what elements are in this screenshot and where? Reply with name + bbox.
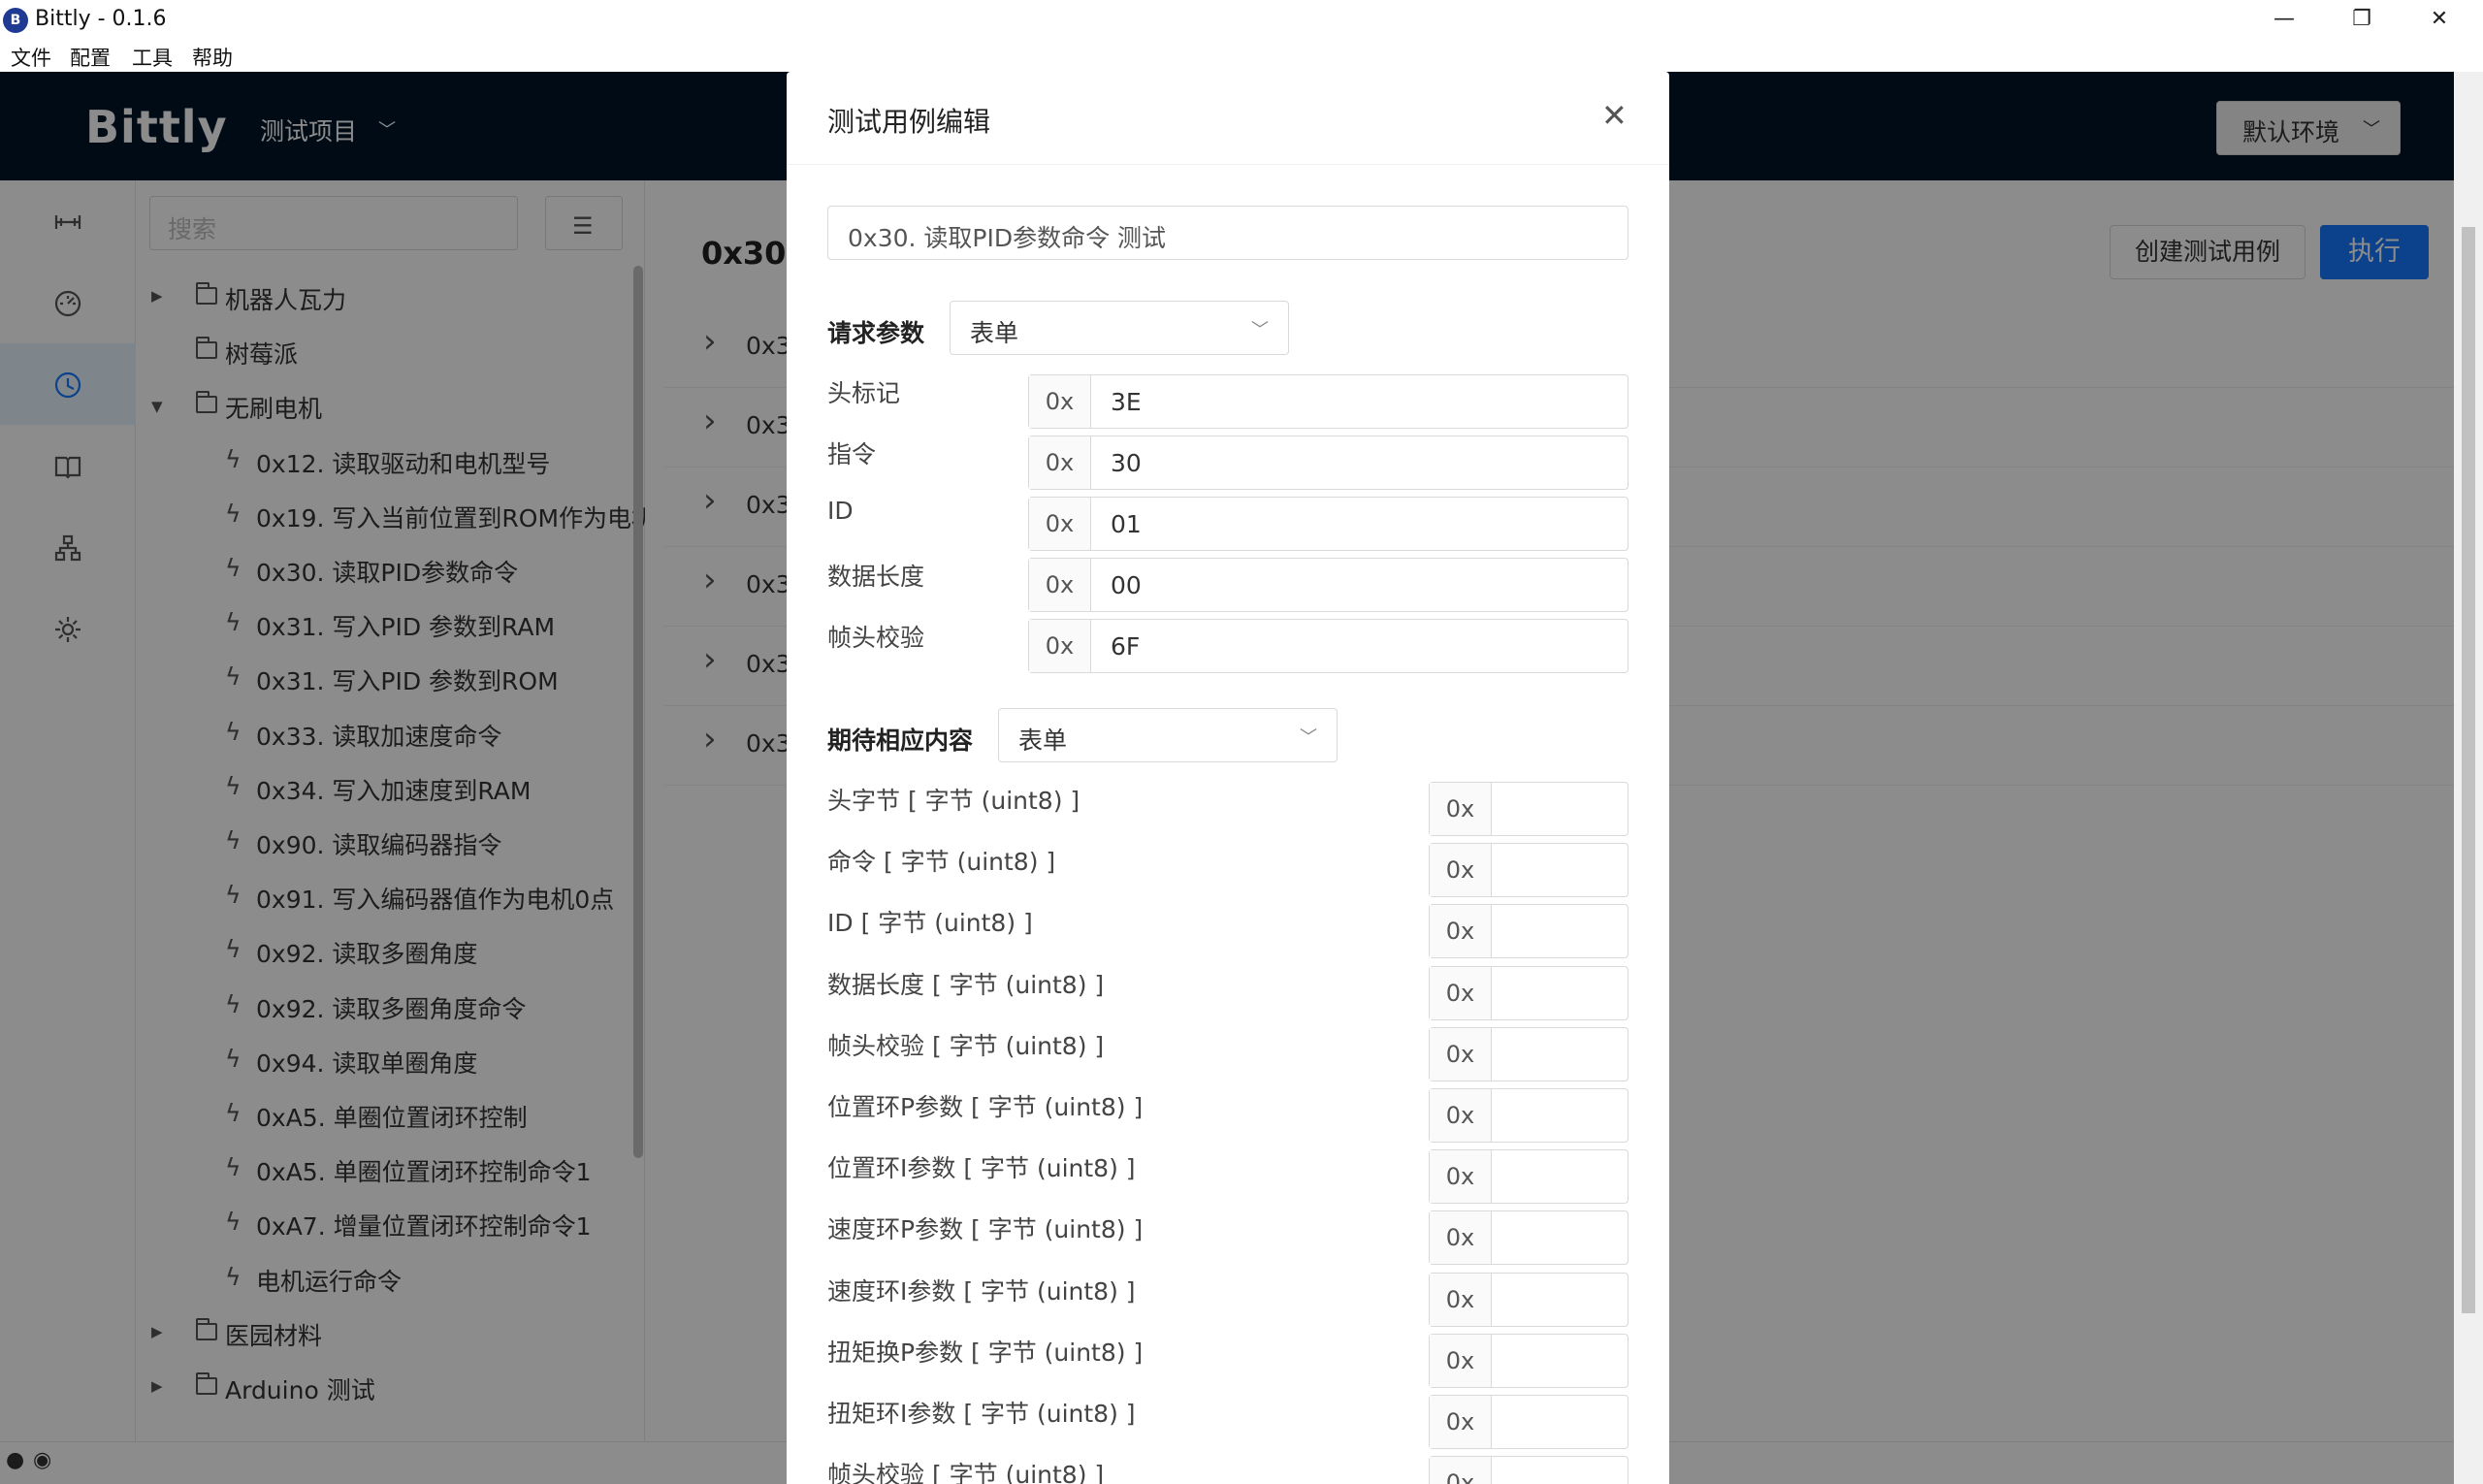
hex-prefix: 0x	[1430, 1211, 1492, 1264]
expected-field-label: ID [ 字节 (uint8) ]	[827, 909, 1033, 937]
expected-field-input[interactable]: 0x	[1429, 1088, 1628, 1143]
request-mode-select[interactable]: 表单 ﹀	[950, 301, 1289, 355]
request-field-input[interactable]: 0x 6F	[1028, 619, 1628, 673]
menu-bar: 文件 配置 工具 帮助	[0, 41, 2483, 72]
menu-help[interactable]: 帮助	[192, 43, 233, 72]
request-field-label: 帧头校验	[827, 624, 925, 652]
restore-button[interactable]: ❐	[2323, 0, 2401, 39]
request-field-input[interactable]: 0x 30	[1028, 436, 1628, 490]
expected-field-input[interactable]: 0x	[1429, 1395, 1628, 1449]
hex-prefix: 0x	[1430, 844, 1492, 896]
expected-field-input[interactable]: 0x	[1429, 782, 1628, 836]
menu-tools[interactable]: 工具	[132, 43, 173, 72]
expected-field-input[interactable]: 0x	[1429, 1456, 1628, 1484]
expected-field-input[interactable]: 0x	[1429, 1334, 1628, 1388]
expected-field-input[interactable]: 0x	[1429, 843, 1628, 897]
title-bar: B Bittly - 0.1.6 — ❐ ✕	[0, 0, 2483, 41]
menu-config[interactable]: 配置	[70, 43, 111, 72]
hex-prefix: 0x	[1430, 1150, 1492, 1203]
close-icon[interactable]: ✕	[1601, 97, 1628, 134]
expected-field-label: 速度环P参数 [ 字节 (uint8) ]	[827, 1215, 1144, 1243]
hex-prefix: 0x	[1029, 620, 1091, 672]
hex-prefix: 0x	[1430, 783, 1492, 835]
expected-field-input[interactable]: 0x	[1429, 1149, 1628, 1204]
hex-prefix: 0x	[1430, 1396, 1492, 1448]
hex-prefix: 0x	[1430, 905, 1492, 957]
expected-field-label: 数据长度 [ 字节 (uint8) ]	[827, 971, 1105, 999]
expected-field-input[interactable]: 0x	[1429, 1273, 1628, 1327]
hex-prefix: 0x	[1430, 1028, 1492, 1081]
app-logo-icon: B	[3, 8, 28, 33]
request-field-input[interactable]: 0x 3E	[1028, 374, 1628, 429]
expected-field-label: 帧头校验 [ 字节 (uint8) ]	[827, 1032, 1105, 1060]
chevron-down-icon: ﹀	[1300, 727, 1317, 748]
request-field-value: 00	[1111, 571, 1142, 599]
hex-prefix: 0x	[1029, 498, 1091, 550]
hex-prefix: 0x	[1430, 1274, 1492, 1326]
expected-field-input[interactable]: 0x	[1429, 904, 1628, 958]
expected-field-label: 位置环I参数 [ 字节 (uint8) ]	[827, 1154, 1136, 1182]
hex-prefix: 0x	[1430, 1335, 1492, 1387]
testcase-name-input[interactable]: 0x30. 读取PID参数命令 测试	[827, 206, 1628, 260]
request-field-input[interactable]: 0x 00	[1028, 558, 1628, 612]
hex-prefix: 0x	[1029, 375, 1091, 428]
modal-title: 测试用例编辑	[827, 106, 991, 138]
scrollbar-thumb[interactable]	[2462, 227, 2475, 1313]
page-scrollbar[interactable]	[2454, 72, 2483, 1484]
request-field-value: 30	[1111, 449, 1142, 477]
request-field-value: 01	[1111, 510, 1142, 538]
hex-prefix: 0x	[1430, 967, 1492, 1019]
request-field-label: ID	[827, 497, 854, 525]
hex-prefix: 0x	[1029, 436, 1091, 489]
request-field-label: 头标记	[827, 379, 901, 407]
chevron-down-icon: ﹀	[1251, 320, 1269, 340]
expected-field-label: 扭矩换P参数 [ 字节 (uint8) ]	[827, 1339, 1144, 1367]
expected-field-label: 命令 [ 字节 (uint8) ]	[827, 848, 1056, 876]
expect-mode-select[interactable]: 表单 ﹀	[998, 708, 1338, 762]
window-title: Bittly - 0.1.6	[35, 7, 167, 31]
expected-response-label: 期待相应内容	[827, 726, 974, 755]
request-params-label: 请求参数	[827, 319, 925, 347]
hex-prefix: 0x	[1430, 1089, 1492, 1142]
expected-field-label: 扭矩环I参数 [ 字节 (uint8) ]	[827, 1400, 1136, 1428]
request-field-label: 数据长度	[827, 563, 925, 591]
expected-field-label: 速度环I参数 [ 字节 (uint8) ]	[827, 1277, 1136, 1306]
request-field-label: 指令	[827, 440, 877, 468]
minimize-button[interactable]: —	[2245, 0, 2323, 39]
menu-file[interactable]: 文件	[11, 43, 51, 72]
expected-field-input[interactable]: 0x	[1429, 1027, 1628, 1081]
expected-field-input[interactable]: 0x	[1429, 1210, 1628, 1265]
hex-prefix: 0x	[1029, 559, 1091, 611]
expected-field-label: 位置环P参数 [ 字节 (uint8) ]	[827, 1093, 1144, 1121]
request-field-value: 6F	[1111, 632, 1141, 661]
expected-field-input[interactable]: 0x	[1429, 966, 1628, 1020]
expected-field-label: 帧头校验 [ 字节 (uint8) ]	[827, 1461, 1105, 1484]
request-mode-value: 表单	[970, 319, 1019, 347]
hex-prefix: 0x	[1430, 1457, 1492, 1484]
request-field-value: 3E	[1111, 388, 1142, 416]
close-window-button[interactable]: ✕	[2401, 0, 2478, 39]
app-window: B Bittly - 0.1.6 — ❐ ✕ 文件 配置 工具 帮助 Bittl…	[0, 0, 2483, 1484]
modal-header: 测试用例编辑 ✕	[787, 72, 1669, 165]
expected-field-label: 头字节 [ 字节 (uint8) ]	[827, 787, 1080, 815]
request-field-input[interactable]: 0x 01	[1028, 497, 1628, 551]
expect-mode-value: 表单	[1018, 726, 1068, 755]
testcase-edit-modal: 测试用例编辑 ✕ 0x30. 读取PID参数命令 测试 请求参数 表单 ﹀ 头标…	[787, 72, 1669, 1484]
